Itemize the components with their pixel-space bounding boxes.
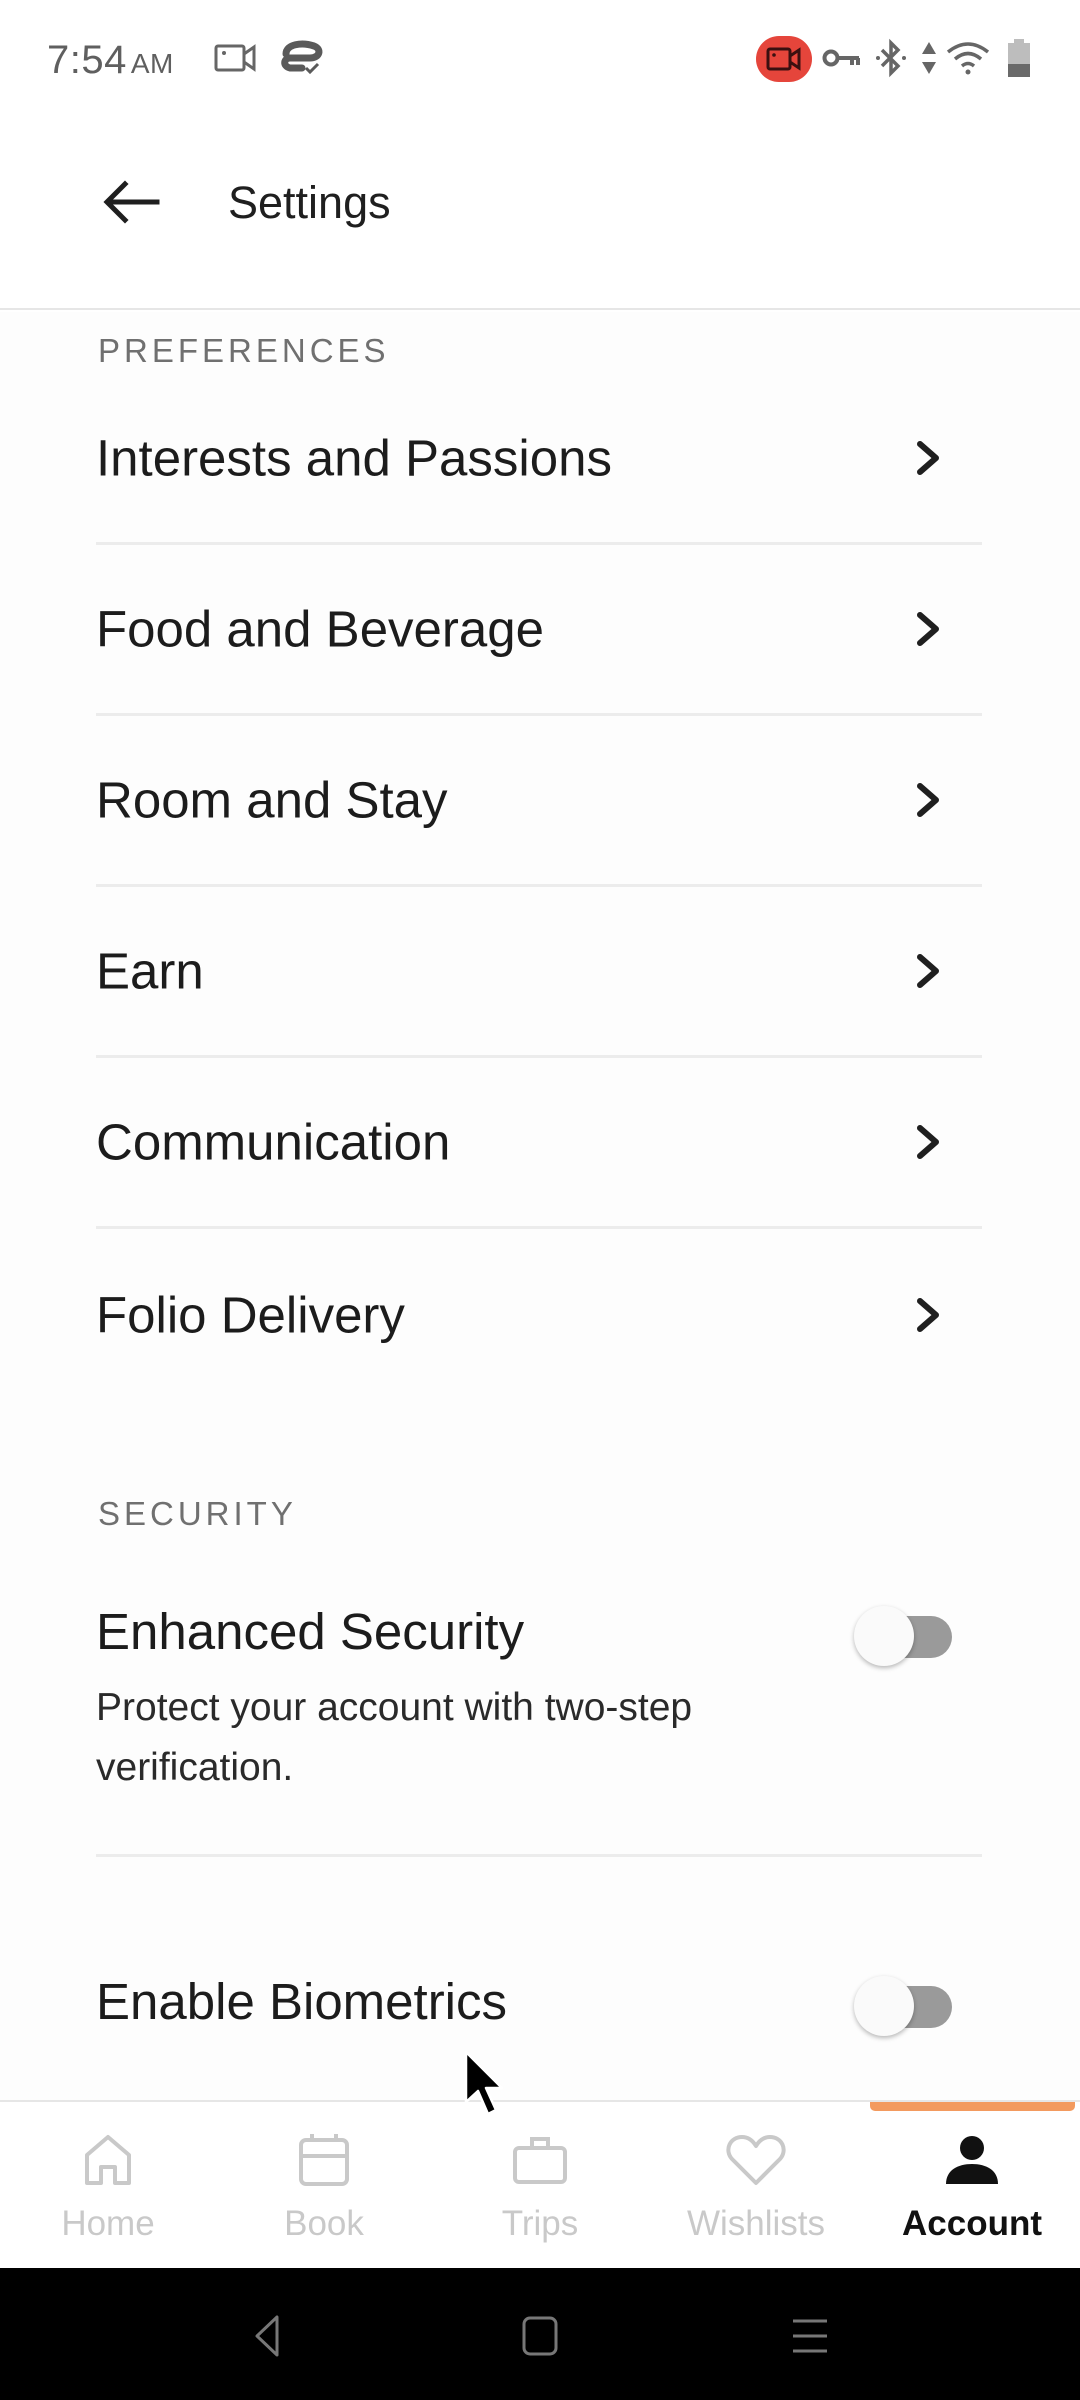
settings-item-label: Room and Stay (96, 771, 448, 829)
toggle-thumb (854, 1606, 914, 1666)
person-icon (940, 2130, 1004, 2190)
setting-title: Enhanced Security (96, 1603, 525, 1660)
section-label-security: SECURITY (98, 1495, 297, 1532)
chevron-right-icon (914, 438, 944, 478)
settings-item-earn[interactable]: Earn (96, 887, 982, 1058)
settings-list[interactable]: PREFERENCES Interests and Passions Food … (0, 312, 1080, 2100)
app-header: Settings (0, 120, 1080, 310)
tab-label: Book (284, 2204, 364, 2243)
tab-account[interactable]: Account (864, 2102, 1080, 2270)
back-button[interactable] (96, 174, 166, 234)
chevron-right-icon (914, 951, 944, 991)
tab-home[interactable]: Home (0, 2102, 216, 2270)
recents-lines-icon (791, 2316, 829, 2361)
wifi-icon (946, 38, 990, 78)
setting-enable-biometrics: Enable Biometrics (96, 1972, 982, 2052)
status-bar: 7:54 AM (0, 0, 1080, 120)
settings-item-communication[interactable]: Communication (96, 1058, 982, 1229)
system-back-button[interactable] (238, 2308, 298, 2368)
chevron-right-icon (914, 609, 944, 649)
setting-description: Protect your account with two-step verif… (96, 1686, 693, 1789)
setting-enhanced-security: Enhanced Security Protect your account w… (96, 1602, 982, 1802)
chevron-right-icon (914, 1122, 944, 1162)
toggle-thumb (854, 1976, 914, 2036)
arrow-left-icon (101, 179, 161, 229)
data-arrows-icon (920, 38, 938, 78)
settings-item-room-and-stay[interactable]: Room and Stay (96, 716, 982, 887)
tab-label: Account (902, 2204, 1042, 2243)
battery-icon (1006, 38, 1032, 78)
settings-item-interests-and-passions[interactable]: Interests and Passions (96, 374, 982, 545)
section-label-preferences: PREFERENCES (98, 332, 390, 369)
vpn-app-icon (280, 38, 324, 78)
tab-label: Home (61, 2204, 155, 2243)
tab-book[interactable]: Book (216, 2102, 432, 2270)
enhanced-security-toggle[interactable] (854, 1606, 954, 1666)
settings-item-label: Communication (96, 1113, 451, 1171)
home-icon (76, 2130, 140, 2190)
heart-icon (724, 2130, 788, 2190)
chevron-right-icon (914, 780, 944, 820)
enable-biometrics-toggle[interactable] (854, 1976, 954, 2036)
time-ampm: AM (130, 48, 174, 79)
vpn-key-icon (822, 38, 862, 78)
settings-item-food-and-beverage[interactable]: Food and Beverage (96, 545, 982, 716)
bluetooth-icon (874, 38, 908, 78)
bottom-navigation: Home Book Trips Wishlists Account (0, 2100, 1080, 2268)
tab-label: Trips (501, 2204, 579, 2243)
triangle-back-icon (253, 2314, 283, 2363)
recording-active-icon (756, 36, 812, 82)
status-time: 7:54 AM (47, 38, 174, 83)
square-home-icon (522, 2316, 558, 2361)
divider (96, 1854, 982, 1857)
briefcase-icon (508, 2130, 572, 2190)
settings-item-label: Food and Beverage (96, 600, 544, 658)
system-navigation-bar (0, 2268, 1080, 2400)
calendar-icon (292, 2130, 356, 2190)
screen-record-icon (214, 38, 258, 78)
system-home-button[interactable] (510, 2308, 570, 2368)
settings-item-label: Interests and Passions (96, 429, 612, 487)
settings-item-label: Folio Delivery (96, 1286, 405, 1343)
settings-item-folio-delivery[interactable]: Folio Delivery (96, 1229, 982, 1400)
system-recents-button[interactable] (780, 2308, 840, 2368)
chevron-right-icon (914, 1295, 944, 1335)
time-value: 7:54 (47, 38, 127, 82)
tab-wishlists[interactable]: Wishlists (648, 2102, 864, 2270)
setting-title: Enable Biometrics (96, 1973, 508, 2030)
tab-trips[interactable]: Trips (432, 2102, 648, 2270)
page-title: Settings (228, 177, 391, 228)
tab-label: Wishlists (686, 2204, 826, 2243)
settings-item-label: Earn (96, 942, 204, 1000)
